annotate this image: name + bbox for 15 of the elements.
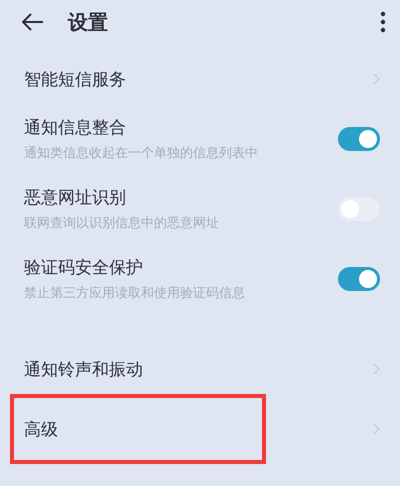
setting-description: 联网查询以识别信息中的恶意网址 [24,215,220,232]
toggle-switch[interactable] [338,127,380,151]
setting-title[interactable]: 通知信息整合 [24,116,338,139]
setting-title[interactable]: 高级 [24,418,373,440]
setting-title[interactable]: 验证码安全保护 [24,256,338,279]
setting-title[interactable]: 智能短信服务 [24,68,373,90]
more-options-button[interactable] [380,11,386,33]
setting-description: 通知类信息收起在一个单独的信息列表中 [24,145,259,162]
toggle-switch[interactable] [338,267,380,291]
back-button[interactable] [22,13,44,31]
toggle-switch[interactable] [338,197,380,221]
setting-title[interactable]: 恶意网址识别 [24,186,338,209]
page-title: 设置 [68,8,109,36]
setting-description: 禁止第三方应用读取和使用验证码信息 [24,285,246,302]
setting-title[interactable]: 通知铃声和振动 [24,358,373,380]
